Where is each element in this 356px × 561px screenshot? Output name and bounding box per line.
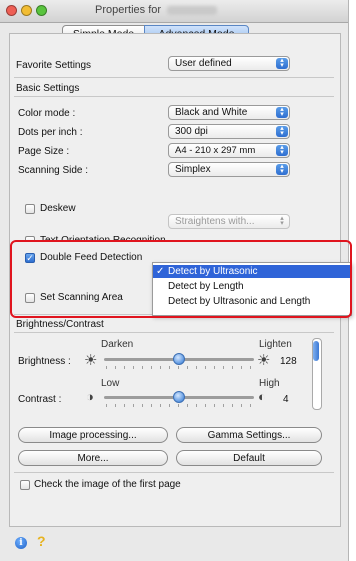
favorite-settings-popup[interactable]: User defined ▴ ▾: [168, 56, 290, 71]
gamma-settings-button[interactable]: Gamma Settings...: [176, 427, 322, 443]
contrast-max-label: High: [259, 378, 280, 389]
dpi-label: Dots per inch :: [18, 127, 83, 138]
page-size-label: Page Size :: [18, 146, 70, 157]
contrast-min-label: Low: [101, 378, 120, 389]
favorite-settings-label: Favorite Settings: [16, 60, 92, 71]
contrast-value: 4: [283, 394, 289, 405]
redacted-model-name: [167, 5, 218, 15]
check-first-page-checkbox[interactable]: [20, 480, 30, 490]
brightness-label: Brightness :: [18, 356, 71, 367]
popup-arrows-icon: ▴ ▾: [276, 125, 288, 137]
divider: [14, 472, 334, 473]
deskew-checkbox[interactable]: [25, 204, 35, 214]
title-bar: Properties for: [0, 0, 348, 23]
color-mode-label: Color mode :: [18, 108, 76, 119]
scrollbar-thumb[interactable]: [313, 341, 319, 361]
divider: [14, 77, 334, 78]
scanning-side-popup[interactable]: Simplex ▴ ▾: [168, 162, 290, 177]
basic-settings-heading: Basic Settings: [16, 83, 80, 94]
popup-arrows-icon: ▴ ▾: [276, 106, 288, 118]
color-mode-popup[interactable]: Black and White ▴ ▾: [168, 105, 290, 120]
divider: [14, 96, 334, 97]
contrast-high-icon: ◐: [258, 389, 266, 404]
straightens-popup[interactable]: Straightens with... ▴ ▾: [168, 214, 290, 229]
contrast-low-icon: ◑: [86, 389, 94, 404]
contrast-label: Contrast :: [18, 394, 62, 405]
annotation-highlight: [10, 240, 352, 318]
brightness-min-label: Darken: [101, 339, 134, 350]
popup-arrows-icon: ▴ ▾: [276, 144, 288, 156]
page-size-popup[interactable]: A4 - 210 x 297 mm ▴ ▾: [168, 143, 290, 158]
brightness-slider-thumb[interactable]: [173, 353, 185, 365]
popup-arrows-icon: ▴ ▾: [276, 163, 288, 175]
help-icon[interactable]: ?: [37, 533, 46, 549]
popup-arrows-icon: ▴ ▾: [276, 57, 288, 69]
brightness-value: 128: [280, 356, 297, 367]
divider: [14, 332, 334, 333]
contrast-ticks: [106, 404, 252, 407]
popup-arrows-icon: ▴ ▾: [280, 215, 284, 227]
default-button[interactable]: Default: [176, 450, 322, 466]
window-title: Properties for: [95, 4, 218, 16]
dpi-popup[interactable]: 300 dpi ▴ ▾: [168, 124, 290, 139]
more-button[interactable]: More...: [18, 450, 168, 466]
info-icon[interactable]: i: [15, 537, 27, 549]
close-button[interactable]: [6, 5, 17, 16]
scanning-side-label: Scanning Side :: [18, 165, 89, 176]
sun-dim-icon: ☀: [84, 352, 98, 369]
brightness-contrast-heading: Brightness/Contrast: [16, 319, 104, 330]
brightness-max-label: Lighten: [259, 339, 292, 350]
check-first-page-label: Check the image of the first page: [34, 479, 181, 490]
brightness-ticks: [106, 366, 252, 369]
scrollbar[interactable]: [312, 338, 322, 410]
zoom-button[interactable]: [36, 5, 47, 16]
deskew-label: Deskew: [40, 203, 76, 214]
contrast-slider-thumb[interactable]: [173, 391, 185, 403]
image-processing-button[interactable]: Image processing...: [18, 427, 168, 443]
sun-bright-icon: ☀: [257, 352, 271, 369]
minimize-button[interactable]: [21, 5, 32, 16]
